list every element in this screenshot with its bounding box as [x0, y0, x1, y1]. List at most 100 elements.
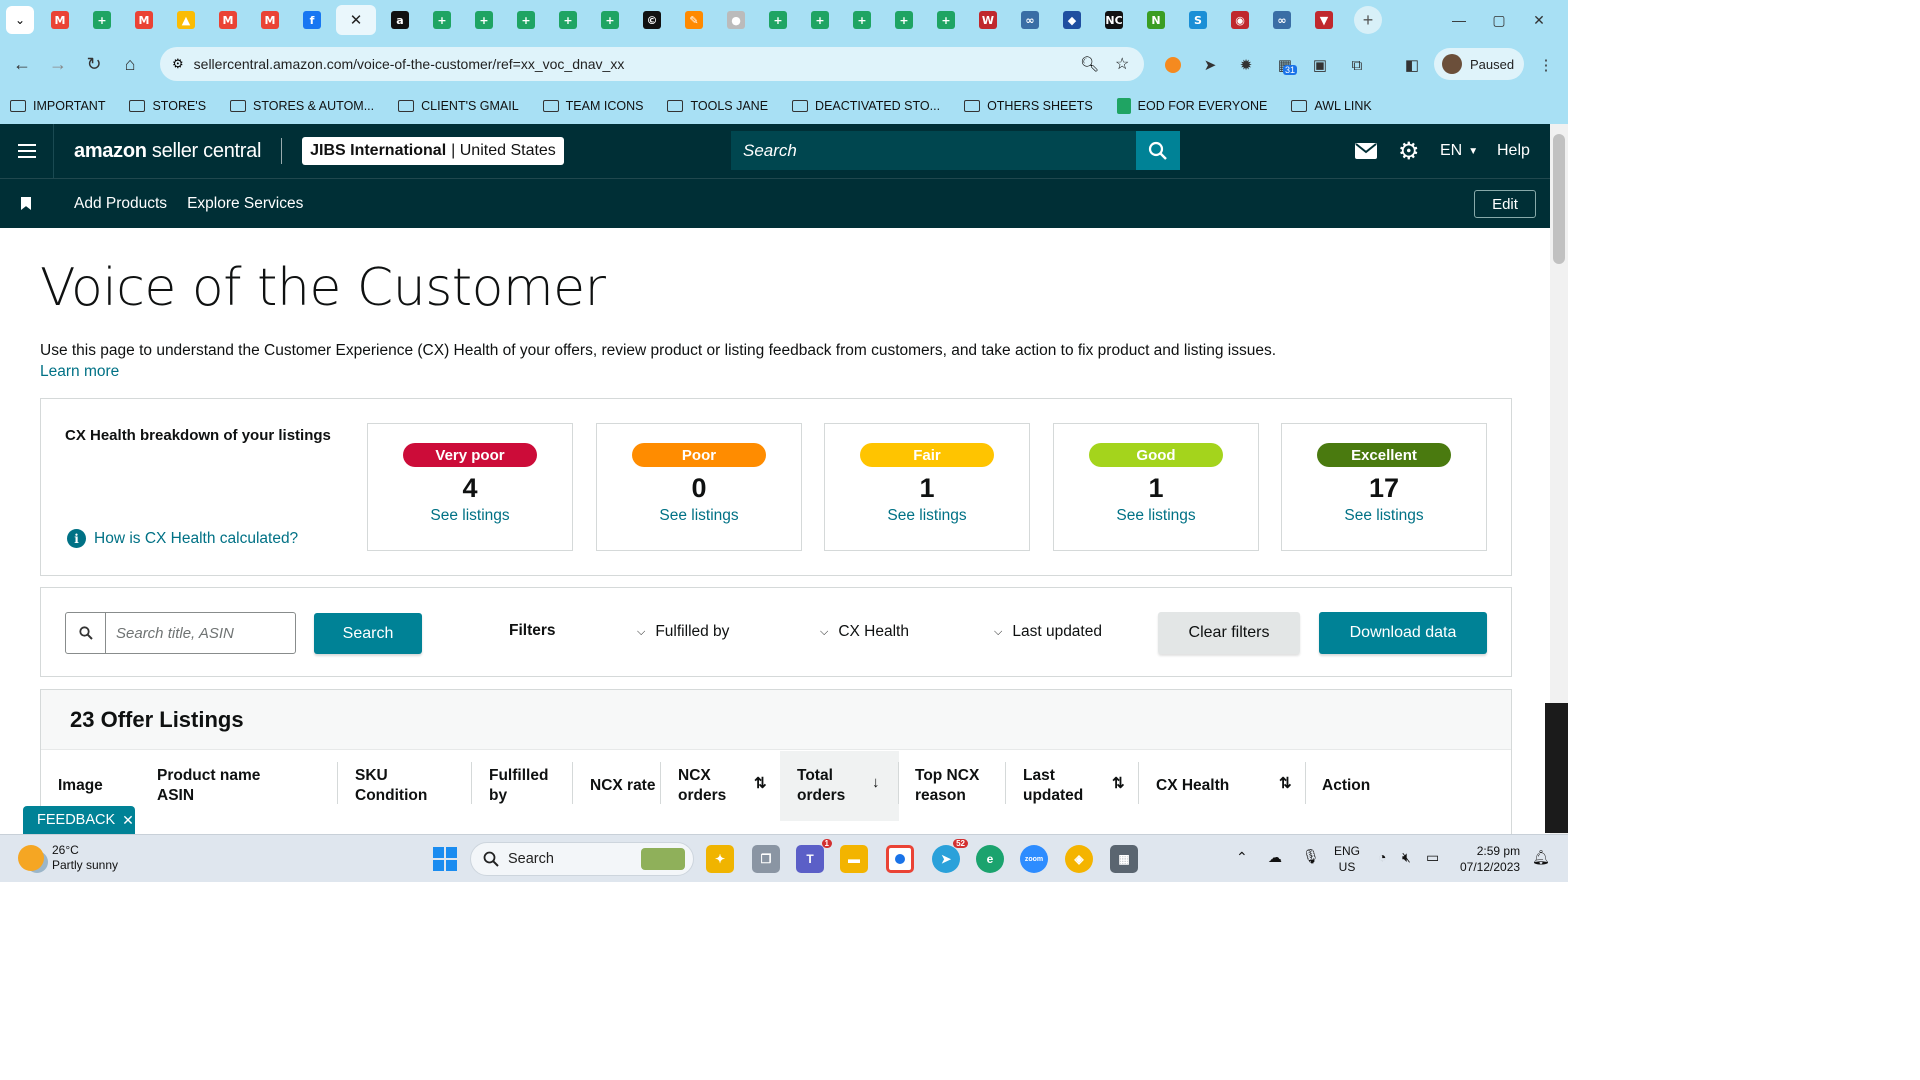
hamburger-menu-icon[interactable]	[0, 124, 54, 178]
bookmark-item[interactable]: CLIENT'S GMAIL	[398, 99, 519, 113]
edge-icon[interactable]: e	[976, 845, 1004, 873]
browser-tab[interactable]: ∞	[1012, 5, 1048, 35]
cx-health-help-link[interactable]: i How is CX Health calculated?	[67, 529, 298, 548]
see-listings-link[interactable]: See listings	[1344, 507, 1423, 525]
weather-widget[interactable]: 26°C Partly sunny	[18, 843, 118, 873]
browser-tab[interactable]: +	[886, 5, 922, 35]
browser-tab[interactable]: +	[84, 5, 120, 35]
reload-icon[interactable]: ↻	[76, 46, 112, 82]
listing-search-input[interactable]: Search title, ASIN	[106, 613, 234, 653]
extensions-puzzle-icon[interactable]: ⧉	[1347, 55, 1367, 75]
home-icon[interactable]: ⌂	[112, 46, 148, 82]
learn-more-link[interactable]: Learn more	[40, 361, 1512, 382]
see-listings-link[interactable]: See listings	[430, 507, 509, 525]
browser-tab[interactable]: +	[508, 5, 544, 35]
show-hidden-icons-chevron[interactable]: ⌃	[1236, 849, 1248, 865]
windows-start-icon[interactable]	[431, 845, 459, 873]
extension-orange-icon[interactable]	[1163, 55, 1183, 75]
bookmark-item[interactable]: TEAM ICONS	[542, 99, 643, 113]
browser-tab[interactable]: +	[802, 5, 838, 35]
seller-central-logo[interactable]: amazon seller central	[74, 140, 261, 163]
column-header[interactable]: NCX orders	[678, 752, 726, 820]
sort-icon[interactable]: ⇅	[1279, 774, 1292, 792]
browser-tab[interactable]: W	[970, 5, 1006, 35]
header-search-input[interactable]: Search	[731, 131, 1136, 170]
task-view-icon[interactable]: ❐	[752, 845, 780, 873]
browser-tab[interactable]: M	[42, 5, 78, 35]
bookmark-item[interactable]: STORES & AUTOM...	[230, 99, 374, 113]
see-listings-link[interactable]: See listings	[1116, 507, 1195, 525]
column-header[interactable]: Action	[1322, 752, 1370, 820]
back-icon[interactable]: ←	[4, 46, 40, 82]
see-listings-link[interactable]: See listings	[887, 507, 966, 525]
column-header[interactable]: Top NCX reason	[915, 752, 979, 820]
last-updated-dropdown[interactable]: ⌵ Last updated	[994, 623, 1102, 641]
browser-tab[interactable]: ▼	[1306, 5, 1342, 35]
browser-tab[interactable]: ●	[718, 5, 754, 35]
extension-grid-icon[interactable]: ▣	[1310, 55, 1330, 75]
browser-tab[interactable]: ◆	[1054, 5, 1090, 35]
extension-calendar-icon[interactable]: ▦31	[1275, 55, 1298, 75]
volume-muted-icon[interactable]: 🔇︎	[1402, 849, 1411, 865]
help-link[interactable]: Help	[1497, 124, 1530, 178]
store-selector[interactable]: JIBS International | United States	[302, 137, 564, 165]
clock[interactable]: 2:59 pm 07/12/2023	[1460, 843, 1520, 875]
mail-icon[interactable]	[1355, 124, 1377, 178]
column-header[interactable]: SKU Condition	[355, 752, 427, 820]
download-data-button[interactable]: Download data	[1319, 612, 1487, 654]
forward-icon[interactable]: →	[40, 46, 76, 82]
microphone-icon[interactable]: 🎙︎	[1302, 848, 1320, 864]
extension-arrow-icon[interactable]: ➤	[1200, 55, 1220, 75]
browser-tab[interactable]: N	[1138, 5, 1174, 35]
column-header[interactable]: Fulfilled by	[489, 752, 548, 820]
column-header[interactable]: NCX rate	[590, 752, 655, 820]
bookmark-item[interactable]: EOD FOR EVERYONE	[1116, 98, 1267, 114]
clear-filters-button[interactable]: Clear filters	[1158, 612, 1300, 654]
new-tab-button[interactable]: +	[1354, 6, 1382, 34]
extension-gear-icon[interactable]: ✹	[1236, 55, 1256, 75]
settings-gear-icon[interactable]: ⚙	[1398, 124, 1420, 178]
browser-tab[interactable]: NC	[1096, 5, 1132, 35]
feedback-tab[interactable]: FEEDBACK ✕	[23, 806, 135, 834]
bookmark-item[interactable]: OTHERS SHEETS	[964, 99, 1093, 113]
cx-health-dropdown[interactable]: ⌵ CX Health	[820, 623, 909, 641]
browser-tab[interactable]: +	[424, 5, 460, 35]
profile-button[interactable]: Paused	[1434, 48, 1524, 80]
header-search-button[interactable]	[1136, 131, 1180, 170]
browser-tab[interactable]: ▲	[168, 5, 204, 35]
zoom-icon[interactable]: zoom	[1020, 845, 1048, 873]
calculator-icon[interactable]: ▦	[1110, 845, 1138, 873]
browser-tab[interactable]: ◉	[1222, 5, 1258, 35]
maximize-button[interactable]: ▢	[1477, 0, 1521, 40]
teams-icon[interactable]: T1	[796, 839, 832, 873]
taskbar-search[interactable]: Search	[470, 842, 694, 876]
browser-tab[interactable]: ©	[634, 5, 670, 35]
sort-icon[interactable]: ⇅	[754, 774, 767, 792]
browser-tab[interactable]: M	[126, 5, 162, 35]
listing-search-field[interactable]: Search title, ASIN	[65, 612, 296, 654]
edit-nav-button[interactable]: Edit	[1474, 190, 1536, 218]
search-button[interactable]: Search	[314, 613, 422, 654]
minimize-button[interactable]: —	[1437, 0, 1481, 40]
file-explorer-icon[interactable]: ▬	[840, 845, 868, 873]
column-header[interactable]: CX Health	[1156, 752, 1229, 820]
browser-tab[interactable]: +	[844, 5, 880, 35]
close-icon[interactable]: ✕	[122, 812, 134, 829]
bookmark-star-icon[interactable]: ☆	[1115, 54, 1129, 74]
browser-tab[interactable]: +	[466, 5, 502, 35]
column-header[interactable]: Product name ASIN	[157, 752, 260, 820]
address-bar[interactable]: ⚙ sellercentral.amazon.com/voice-of-the-…	[160, 47, 1144, 81]
see-listings-link[interactable]: See listings	[659, 507, 738, 525]
browser-menu-icon[interactable]: ⋮	[1536, 55, 1556, 75]
close-icon[interactable]: ✕	[347, 11, 365, 29]
onedrive-icon[interactable]: ☁	[1268, 849, 1282, 865]
bookmark-item[interactable]: DEACTIVATED STO...	[792, 99, 940, 113]
fulfilled-by-dropdown[interactable]: ⌵ Fulfilled by	[637, 623, 729, 641]
browser-tab[interactable]: f	[294, 5, 330, 35]
browser-tab[interactable]: ✕	[336, 5, 376, 35]
browser-tab[interactable]: M	[210, 5, 246, 35]
notification-bell-icon[interactable]: 🔔︎	[1532, 849, 1550, 865]
battery-icon[interactable]: ▭	[1426, 849, 1439, 865]
language-indicator[interactable]: ENG US	[1334, 843, 1360, 875]
bookmark-item[interactable]: IMPORTANT	[10, 99, 105, 113]
